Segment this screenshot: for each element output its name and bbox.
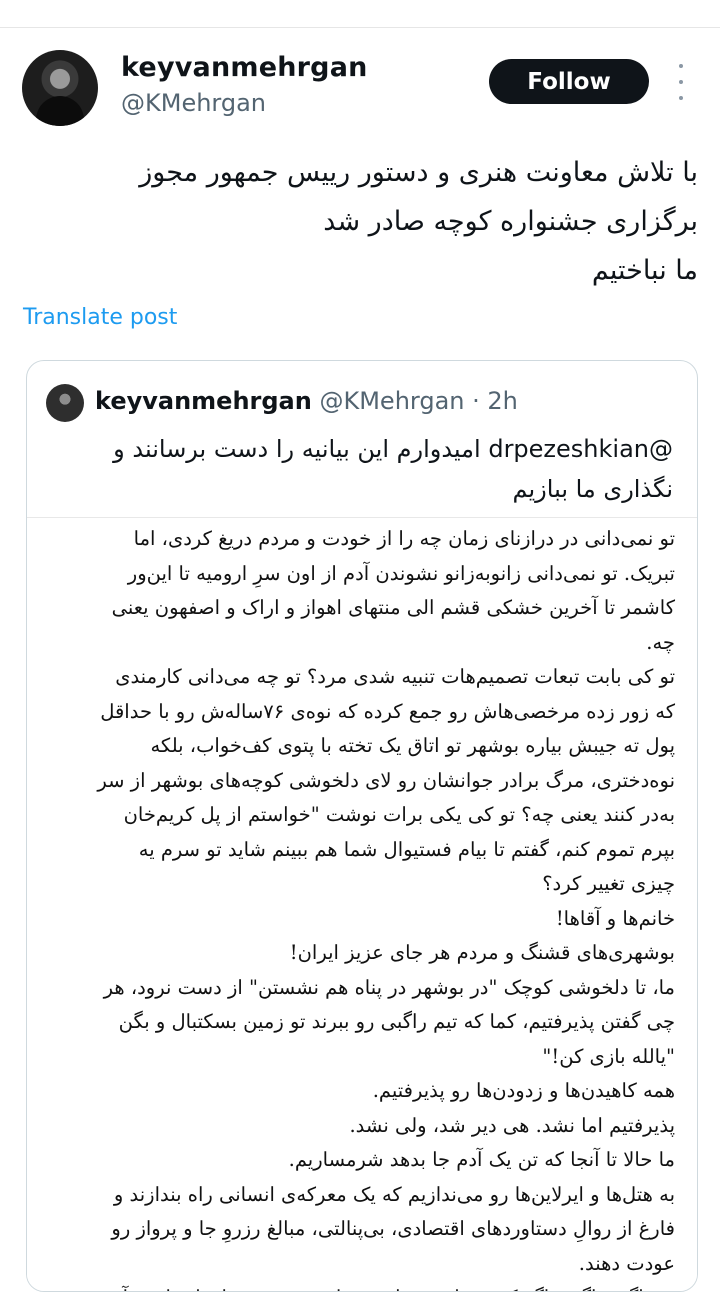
quoted-text-line: @drpezeshkian امیدوارم این بیانیه را دست… <box>113 435 673 463</box>
tweet-line: ما نباختیم <box>591 255 698 286</box>
statement-line: که زور زده مرخصی‌هاش رو جمع کرده که نوه‌… <box>100 699 675 723</box>
statement-line: همه کاهیدن‌ها و زدودن‌ها رو پذیرفتیم. <box>372 1079 675 1102</box>
avatar[interactable] <box>22 50 98 126</box>
statement-line: ما، تا دلخوشی کوچک "در بوشهر در پناه هم … <box>103 975 675 999</box>
statement-line: کاشمر تا آخرین خشکی قشم الی منتهای اهواز… <box>111 596 675 619</box>
statement-line: نوه‌دختری، مرگ برادر جوانشان رو لای دلخو… <box>97 768 675 792</box>
display-name[interactable]: keyvanmehrgan <box>121 52 368 83</box>
statement-line: تبریک. تو نمی‌دانی زانوبه‌زانو نشوندن آد… <box>127 561 675 585</box>
tweet-line: برگزاری جشنواره کوچه صادر شد <box>323 206 698 237</box>
statement-line: بوشهری‌های قشنگ و مردم هر جای عزیز ایران… <box>289 941 675 964</box>
statement-line: پول ته جیبش بیاره بوشهر تو اتاق یک تخته … <box>150 734 675 757</box>
statement-line: بعد اگر و اگر و اگر کسی دلش خواست علی‌رغ… <box>45 1281 675 1291</box>
top-divider <box>0 27 720 28</box>
quoted-statement-image[interactable]: تو نمی‌دانی در درازنای زمان چه را از خود… <box>27 517 697 1291</box>
quoted-handle-time: @KMehrgan · 2h <box>319 387 518 415</box>
statement-line: چیزی تغییر کرد؟ <box>542 872 675 895</box>
follow-button[interactable]: Follow <box>489 59 649 104</box>
user-handle[interactable]: @KMehrgan <box>121 89 266 117</box>
statement-line: به هتل‌ها و ایرلاین‌ها رو می‌ندازیم که ی… <box>113 1182 675 1206</box>
statement-line: "یالله بازی کن!" <box>542 1044 675 1068</box>
statement-line: به‌در کنند یعنی چه؟ تو کی یکی برات نوشت … <box>123 803 675 826</box>
statement-line: عودت دهند. <box>578 1251 675 1275</box>
translate-post-link[interactable]: Translate post <box>23 305 177 330</box>
statement-line: تو نمی‌دانی در درازنای زمان چه را از خود… <box>133 527 675 550</box>
quoted-header: keyvanmehrgan @KMehrgan · 2h <box>95 387 518 415</box>
quoted-tweet[interactable]: keyvanmehrgan @KMehrgan · 2h @drpezeshki… <box>26 360 698 1292</box>
statement-line: ما حالا تا آنجا که تن یک آدم جا بدهد شرم… <box>288 1148 675 1171</box>
statement-text: تو نمی‌دانی در درازنای زمان چه را از خود… <box>45 522 675 1291</box>
statement-line: چه. <box>646 630 675 654</box>
statement-line: بپرم تموم کنم، گفتم تا بیام فستیوال شما … <box>138 837 675 861</box>
statement-line: پذیرفتیم اما نشد. هی دیر شد، ولی نشد. <box>349 1113 675 1137</box>
more-options-icon[interactable] <box>671 64 691 100</box>
statement-line: خانم‌ها و آقاها! <box>555 906 675 930</box>
quoted-text-line: نگذاری ما ببازیم <box>512 475 673 503</box>
tweet-line: با تلاش معاونت هنری و دستور رییس جمهور م… <box>139 157 698 188</box>
quoted-display-name: keyvanmehrgan <box>95 387 312 415</box>
statement-line: چی گفتن پذیرفتیم، کما که تیم راگبی رو بب… <box>118 1010 675 1033</box>
tweet-text: با تلاش معاونت هنری و دستور رییس جمهور م… <box>38 148 698 295</box>
statement-line: تو کی بابت تبعات تصمیم‌هات تنبیه شدی مرد… <box>115 665 675 688</box>
quoted-avatar <box>46 384 84 422</box>
quoted-text: @drpezeshkian امیدوارم این بیانیه را دست… <box>53 429 673 509</box>
statement-line: فارغ از روالِ دستاوردهای اقتصادی، بی‌پنا… <box>111 1217 675 1240</box>
